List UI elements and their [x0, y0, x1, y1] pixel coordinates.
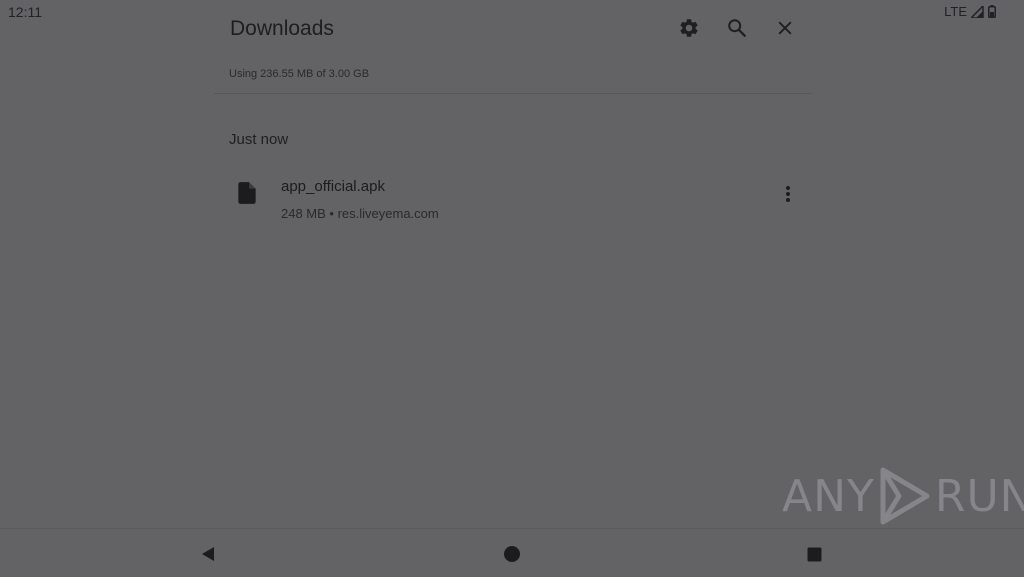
more-vert-icon[interactable]: [776, 182, 800, 206]
status-indicators: LTE: [944, 4, 996, 19]
status-time: 12:11: [8, 4, 42, 20]
search-icon[interactable]: [724, 15, 750, 41]
play-logo-icon: [880, 467, 930, 525]
download-item[interactable]: app_official.apk 248 MB • res.liveyema.c…: [214, 168, 812, 228]
storage-usage: Using 236.55 MB of 3.00 GB: [229, 68, 370, 80]
gear-icon[interactable]: [676, 15, 702, 41]
divider: [214, 93, 812, 94]
section-header: Just now: [229, 131, 289, 148]
page-title: Downloads: [230, 17, 334, 40]
anyrun-watermark: ANY RUN: [782, 464, 1024, 528]
battery-icon: [988, 5, 996, 18]
home-icon[interactable]: [501, 543, 523, 565]
file-name: app_official.apk: [281, 178, 385, 195]
navigation-bar: [0, 528, 1024, 577]
signal-icon: [971, 5, 984, 18]
network-type: LTE: [944, 4, 967, 19]
watermark-right-text: RUN: [934, 470, 1024, 522]
watermark-left-text: ANY: [782, 470, 875, 522]
status-bar: 12:11 LTE: [0, 0, 1024, 24]
file-icon: [236, 180, 258, 211]
file-meta: 248 MB • res.liveyema.com: [281, 206, 439, 221]
close-icon[interactable]: [772, 15, 798, 41]
back-icon[interactable]: [197, 543, 219, 565]
recents-icon[interactable]: [803, 543, 825, 565]
